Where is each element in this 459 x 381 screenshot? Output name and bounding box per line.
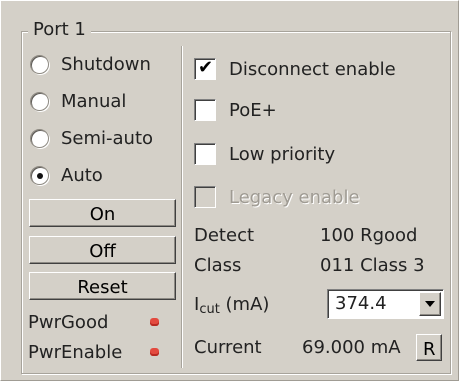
class-value: 011 Class 3 [320, 255, 425, 276]
icut-label: Icut (mA) [194, 293, 269, 317]
column-divider [181, 46, 183, 368]
radio-auto[interactable]: Auto [30, 161, 103, 189]
detect-value: 100 Rgood [320, 225, 418, 246]
radio-manual-label: Manual [61, 90, 127, 112]
icut-select[interactable]: 374.4 [327, 289, 444, 319]
radio-shutdown-control[interactable] [30, 54, 49, 74]
refresh-current-button[interactable]: R [416, 334, 442, 361]
radio-manual[interactable]: Manual [30, 87, 126, 115]
pwrenable-status: PwrEnable [28, 339, 122, 365]
icut-label-sub: cut [199, 302, 220, 317]
radio-semi-auto-label: Semi-auto [61, 127, 154, 149]
radio-semi-auto[interactable]: Semi-auto [30, 124, 153, 152]
pwrenable-led-icon [150, 348, 159, 356]
group-title: Port 1 [28, 18, 91, 42]
off-button[interactable]: Off [29, 236, 176, 264]
radio-auto-label: Auto [61, 164, 103, 186]
checkbox-disconnect-enable[interactable]: ✔ Disconnect enable [194, 54, 396, 84]
disconnect-enable-label: Disconnect enable [229, 58, 396, 80]
poe-plus-box[interactable] [194, 99, 216, 121]
legacy-enable-label: Legacy enable [229, 186, 360, 208]
pwrgood-label: PwrGood [28, 311, 109, 333]
radio-manual-control[interactable] [30, 91, 49, 111]
chevron-down-icon [425, 301, 435, 307]
poe-plus-label: PoE+ [229, 99, 277, 121]
radio-auto-control[interactable] [30, 165, 49, 185]
checkmark-icon: ✔ [198, 57, 214, 78]
pwrgood-status: PwrGood [28, 309, 108, 335]
pwrenable-label: PwrEnable [28, 341, 123, 363]
low-priority-box[interactable] [194, 143, 216, 165]
disconnect-enable-box[interactable]: ✔ [194, 57, 216, 80]
legacy-enable-box [194, 186, 216, 208]
detect-label: Detect [194, 225, 255, 246]
icut-dropdown-button[interactable] [419, 292, 441, 316]
low-priority-label: Low priority [229, 143, 336, 165]
current-label: Current [194, 337, 262, 358]
checkbox-low-priority[interactable]: Low priority [194, 139, 335, 169]
on-button[interactable]: On [29, 199, 176, 227]
checkbox-legacy-enable: Legacy enable [194, 182, 360, 212]
class-label: Class [194, 255, 242, 276]
reset-button[interactable]: Reset [29, 272, 176, 300]
radio-semi-auto-control[interactable] [30, 128, 49, 148]
icut-select-value: 374.4 [335, 293, 387, 314]
radio-shutdown[interactable]: Shutdown [30, 50, 151, 78]
checkbox-poe-plus[interactable]: PoE+ [194, 95, 277, 125]
icut-label-unit: (mA) [219, 294, 270, 315]
pwrgood-led-icon [150, 318, 159, 326]
current-value: 69.000 mA [302, 337, 401, 358]
radio-shutdown-label: Shutdown [61, 53, 151, 75]
